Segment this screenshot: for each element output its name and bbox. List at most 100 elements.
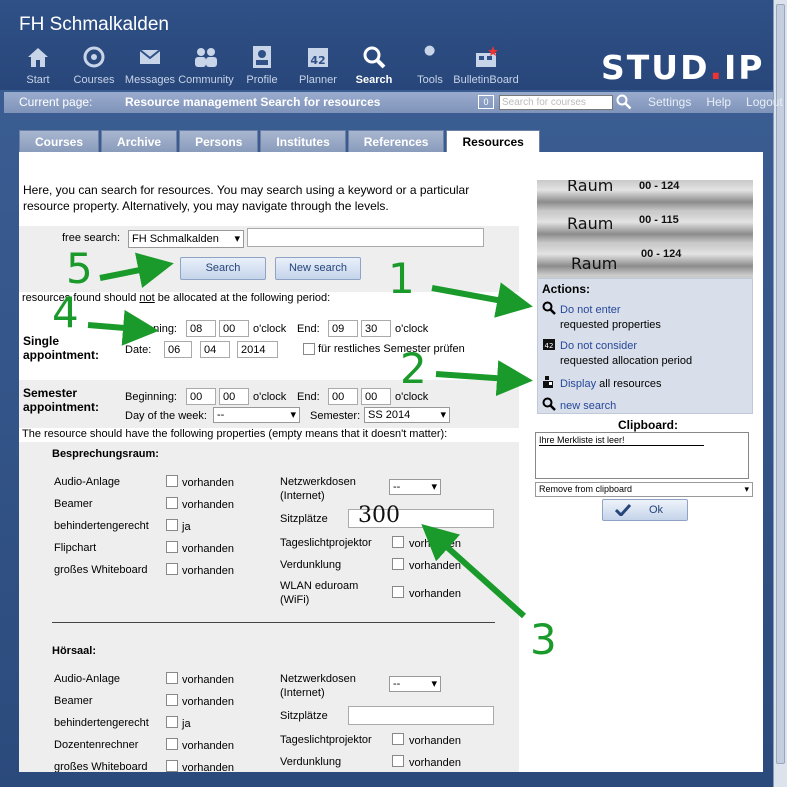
property-checkbox[interactable] (166, 760, 178, 772)
nav-bulletinboard[interactable]: BulletinBoard (453, 44, 519, 86)
action-display-all[interactable]: Display all resources (542, 375, 662, 392)
header-link-settings[interactable]: Settings (648, 95, 691, 109)
search-icon (360, 44, 388, 70)
date-year[interactable]: 2014 (237, 341, 278, 358)
remaining-semester-checkbox[interactable] (303, 343, 315, 355)
property-label: Sitzplätze (280, 710, 328, 722)
ok-button[interactable]: Ok (602, 499, 688, 521)
svg-text:42: 42 (310, 54, 325, 67)
semester-appointment-box: Semester appointment: Beginning: 00 00 o'… (19, 380, 519, 428)
single-begin-minute[interactable]: 00 (219, 320, 249, 337)
nav-messages[interactable]: Messages (122, 44, 178, 86)
wrench-icon (416, 44, 444, 70)
property-option: vorhanden (409, 560, 461, 572)
property-checkbox[interactable] (166, 475, 178, 487)
sitzplaetze-input[interactable] (348, 706, 494, 725)
weekday-select[interactable]: -- (213, 407, 300, 423)
single-end-hour[interactable]: 09 (328, 320, 358, 337)
property-checkbox[interactable] (166, 672, 178, 684)
property-option: vorhanden (182, 674, 234, 686)
nav-label: Tools (417, 74, 443, 86)
oclock-label: o'clock (395, 323, 429, 335)
nav-community[interactable]: Community (178, 44, 234, 86)
nav-search[interactable]: Search (346, 44, 402, 86)
header-link-logout[interactable]: Logout (746, 95, 783, 109)
property-checkbox[interactable] (166, 519, 178, 531)
property-option: vorhanden (182, 696, 234, 708)
tab-courses[interactable]: Courses (19, 130, 100, 152)
clipboard-list[interactable]: Ihre Merkliste ist leer! (535, 432, 749, 479)
semester-end-hour[interactable]: 00 (328, 388, 358, 405)
breadcrumb-label: Current page: (19, 95, 93, 109)
calendar-icon: 42 (304, 44, 332, 70)
nav-profile[interactable]: Profile (234, 44, 290, 86)
action-ignore-properties[interactable]: Do not enter requested properties (542, 301, 661, 333)
property-label: Tageslichtprojektor (280, 734, 372, 746)
nav-start[interactable]: Start (10, 44, 66, 86)
calendar-icon: 42 (543, 339, 555, 350)
action-ignore-period[interactable]: 42 Do not consider requested allocation pe… (542, 337, 692, 369)
single-begin-hour[interactable]: 08 (186, 320, 216, 337)
property-checkbox[interactable] (392, 733, 404, 745)
property-option: vorhanden (182, 762, 234, 772)
date-day[interactable]: 06 (164, 341, 192, 358)
properties-area: Besprechungsraum: Audio-Anlage vorhanden Be… (19, 442, 519, 772)
property-label: Verdunklung (280, 559, 342, 571)
free-search-input[interactable] (247, 228, 484, 247)
clipboard-action-select[interactable]: Remove from clipboard (535, 482, 753, 497)
property-checkbox[interactable] (392, 755, 404, 767)
property-label: Verdunklung (280, 756, 342, 768)
people-icon (192, 44, 220, 70)
date-month[interactable]: 04 (200, 341, 230, 358)
single-date-label: Date: (125, 344, 152, 356)
action-new-search[interactable]: new search (542, 397, 616, 414)
intro-text: Here, you can search for resources. You … (23, 183, 470, 213)
property-checkbox[interactable] (166, 541, 178, 553)
nav-courses[interactable]: Courses (66, 44, 122, 86)
header-link-help[interactable]: Help (706, 95, 731, 109)
property-checkbox[interactable] (166, 716, 178, 728)
single-appointment-box: Single appointment: Beginning: 08 00 o'cl… (19, 310, 519, 366)
quicksearch-icon[interactable] (616, 94, 632, 113)
nav-tools[interactable]: Tools (402, 44, 458, 86)
tab-institutes[interactable]: Institutes (260, 130, 346, 152)
property-checkbox[interactable] (392, 536, 404, 548)
annotation-2: 2 (400, 344, 427, 393)
property-checkbox[interactable] (166, 563, 178, 575)
quicksearch-input[interactable]: Search for courses (499, 95, 613, 110)
nav-planner[interactable]: 42 Planner (290, 44, 346, 86)
property-label: Sitzplätze (280, 513, 328, 525)
studip-logo[interactable]: STUD.IP (601, 48, 764, 87)
page-scrollbar[interactable] (773, 0, 787, 787)
property-checkbox[interactable] (392, 586, 404, 598)
property-checkbox[interactable] (392, 558, 404, 570)
tab-references[interactable]: References (347, 130, 445, 152)
bulletin-icon (472, 44, 500, 70)
tab-resources[interactable]: Resources (446, 130, 540, 152)
property-option: vorhanden (182, 477, 234, 489)
tab-archive[interactable]: Archive (101, 130, 178, 152)
property-checkbox[interactable] (166, 694, 178, 706)
single-end-minute[interactable]: 30 (361, 320, 391, 337)
tab-persons[interactable]: Persons (179, 130, 259, 152)
home-icon (24, 44, 52, 70)
property-option: vorhanden (409, 735, 461, 747)
property-checkbox[interactable] (166, 738, 178, 750)
property-option: vorhanden (182, 499, 234, 511)
nav-label: Messages (124, 74, 176, 86)
search-scope-select[interactable]: FH Schmalkalden (128, 230, 244, 248)
semester-select[interactable]: SS 2014 (364, 407, 450, 423)
semester-begin-minute[interactable]: 00 (219, 388, 249, 405)
semester-end-minute[interactable]: 00 (361, 388, 391, 405)
notification-badge[interactable]: 0 (478, 95, 494, 109)
property-label: großes Whiteboard (54, 761, 148, 772)
clipboard-title: Clipboard: (618, 418, 678, 432)
property-checkbox[interactable] (166, 497, 178, 509)
semester-begin-hour[interactable]: 00 (186, 388, 216, 405)
scrollbar-thumb[interactable] (776, 4, 785, 764)
netzwerkdosen-select[interactable]: -- (389, 479, 441, 495)
nav-label: Planner (299, 74, 337, 86)
new-search-button[interactable]: New search (275, 257, 361, 280)
search-button[interactable]: Search (180, 257, 266, 280)
netzwerkdosen-select[interactable]: -- (389, 676, 441, 692)
